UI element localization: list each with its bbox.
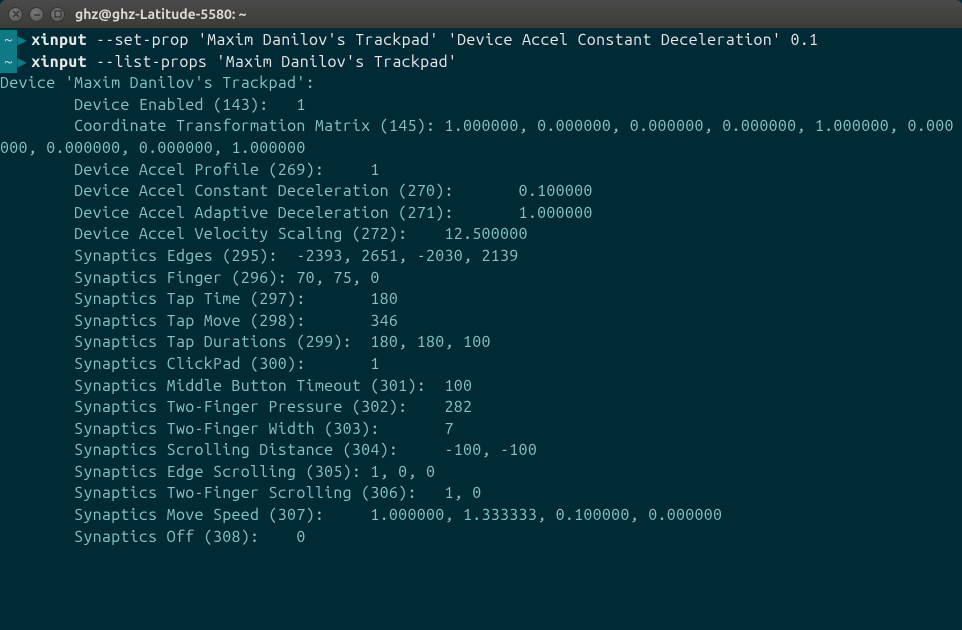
output-line: Device Accel Constant Deceleration (270)… bbox=[0, 181, 962, 203]
output-line: Device Accel Adaptive Deceleration (271)… bbox=[0, 203, 962, 225]
output-line: Synaptics ClickPad (300): 1 bbox=[0, 354, 962, 376]
output-line: Device Enabled (143): 1 bbox=[0, 95, 962, 117]
command-1-name: xinput bbox=[31, 31, 87, 49]
output-line: Synaptics Tap Durations (299): 180, 180,… bbox=[0, 332, 962, 354]
close-icon[interactable] bbox=[8, 7, 23, 22]
minimize-icon[interactable] bbox=[29, 7, 44, 22]
command-1-args: --set-prop 'Maxim Danilov's Trackpad' 'D… bbox=[87, 31, 819, 49]
output-line: Synaptics Two-Finger Pressure (302): 282 bbox=[0, 397, 962, 419]
output-line: Synaptics Two-Finger Width (303): 7 bbox=[0, 419, 962, 441]
maximize-icon[interactable] bbox=[50, 7, 65, 22]
output-line: Synaptics Tap Move (298): 346 bbox=[0, 311, 962, 333]
output-line: Synaptics Scrolling Distance (304): -100… bbox=[0, 440, 962, 462]
output-line: Synaptics Off (308): 0 bbox=[0, 527, 962, 549]
window-titlebar: ghz@ghz-Latitude-5580: ~ bbox=[0, 0, 962, 28]
output-line: Synaptics Tap Time (297): 180 bbox=[0, 289, 962, 311]
window-title: ghz@ghz-Latitude-5580: ~ bbox=[75, 6, 247, 22]
terminal-area[interactable]: ~▶xinput --set-prop 'Maxim Danilov's Tra… bbox=[0, 28, 962, 630]
output-line: Synaptics Edges (295): -2393, 2651, -203… bbox=[0, 246, 962, 268]
output-line: Device Accel Velocity Scaling (272): 12.… bbox=[0, 224, 962, 246]
prompt-cwd: ~ bbox=[0, 52, 17, 74]
prompt-line-1: ~▶xinput --set-prop 'Maxim Danilov's Tra… bbox=[0, 30, 962, 52]
command-2-args: --list-props 'Maxim Danilov's Trackpad' bbox=[87, 53, 457, 71]
output-line: Synaptics Move Speed (307): 1.000000, 1.… bbox=[0, 505, 962, 527]
prompt-cwd: ~ bbox=[0, 30, 17, 52]
output-line: Synaptics Edge Scrolling (305): 1, 0, 0 bbox=[0, 462, 962, 484]
prompt-arrow-icon: ▶ bbox=[17, 30, 27, 52]
output-line: Synaptics Finger (296): 70, 75, 0 bbox=[0, 268, 962, 290]
window-controls bbox=[8, 7, 65, 22]
output-line: Synaptics Two-Finger Scrolling (306): 1,… bbox=[0, 483, 962, 505]
prompt-arrow-icon: ▶ bbox=[17, 52, 27, 74]
output-device-header: Device 'Maxim Danilov's Trackpad': bbox=[0, 73, 962, 95]
output-line: Coordinate Transformation Matrix (145): … bbox=[0, 116, 962, 159]
prompt-line-2: ~▶xinput --list-props 'Maxim Danilov's T… bbox=[0, 52, 962, 74]
output-line: Synaptics Middle Button Timeout (301): 1… bbox=[0, 376, 962, 398]
output-line: Device Accel Profile (269): 1 bbox=[0, 160, 962, 182]
command-2-name: xinput bbox=[31, 53, 87, 71]
